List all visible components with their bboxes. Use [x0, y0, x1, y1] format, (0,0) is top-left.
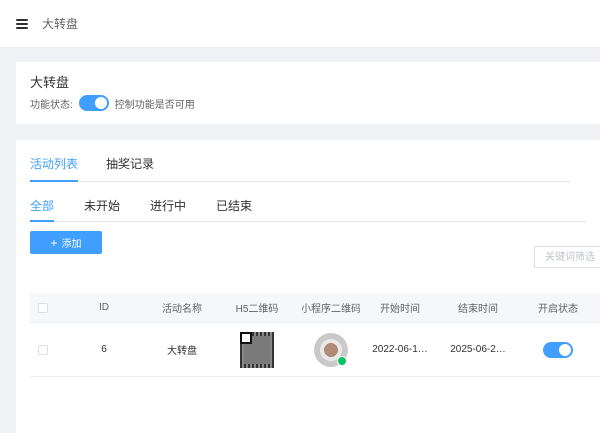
plus-icon: + [50, 235, 58, 250]
row-start-time: 2022-06-1… [372, 344, 428, 355]
add-button-label: 添加 [61, 239, 82, 250]
column-header-start: 开始时间 [380, 304, 420, 315]
subtab-ended[interactable]: 已结束 [216, 197, 252, 221]
activity-table: ID 活动名称 H5二维码 小程序二维码 开始时间 结束时间 开启状态 6 大转… [30, 293, 600, 377]
module-status-switch[interactable] [78, 95, 109, 111]
status-row: 功能状态: 控制功能是否可用 [30, 95, 586, 111]
mini-program-qr-code-image[interactable] [314, 332, 348, 367]
module-title: 大转盘 [30, 75, 70, 90]
subtab-in-progress[interactable]: 进行中 [150, 197, 186, 221]
column-header-status: 开启状态 [538, 304, 578, 315]
row-end-time: 2025-06-2… [450, 344, 506, 355]
module-card: 大转盘 功能状态: 控制功能是否可用 [16, 62, 600, 124]
row-status-switch[interactable] [543, 341, 573, 358]
column-header-name: 活动名称 [162, 304, 202, 315]
table-row: 6 大转盘 2022-06-1… 2025-06-2… [30, 323, 600, 377]
row-name: 大转盘 [167, 346, 197, 357]
tab-activity-list[interactable]: 活动列表 [30, 155, 79, 182]
menu-toggle-icon[interactable] [16, 18, 28, 29]
status-label: 功能状态: [30, 99, 73, 111]
column-header-mini-qr: 小程序二维码 [302, 304, 360, 315]
subtab-not-started[interactable]: 未开始 [84, 197, 120, 221]
h5-qr-code-image[interactable] [240, 331, 274, 368]
top-bar: 大转盘 [0, 0, 600, 48]
subtab-all[interactable]: 全部 [30, 197, 55, 222]
column-header-end: 结束时间 [458, 304, 498, 315]
column-header-id: ID [99, 302, 109, 313]
status-filter-tabs: 全部 未开始 进行中 已结束 [30, 182, 586, 222]
status-hint: 控制功能是否可用 [114, 99, 195, 111]
select-all-checkbox[interactable] [38, 302, 48, 313]
row-id: 6 [101, 344, 107, 355]
activity-card: 活动列表 抽奖记录 全部 未开始 进行中 已结束 + 添加 ID 活动名称 H5… [16, 140, 600, 433]
keyword-filter-input[interactable] [534, 246, 600, 268]
add-button[interactable]: + 添加 [30, 231, 102, 254]
breadcrumb: 大转盘 [42, 17, 79, 31]
table-header: ID 活动名称 H5二维码 小程序二维码 开始时间 结束时间 开启状态 [30, 293, 600, 323]
row-checkbox[interactable] [38, 344, 48, 355]
column-header-h5-qr: H5二维码 [235, 304, 279, 315]
main-tabs: 活动列表 抽奖记录 [30, 140, 570, 182]
tab-draw-records[interactable]: 抽奖记录 [106, 155, 154, 181]
